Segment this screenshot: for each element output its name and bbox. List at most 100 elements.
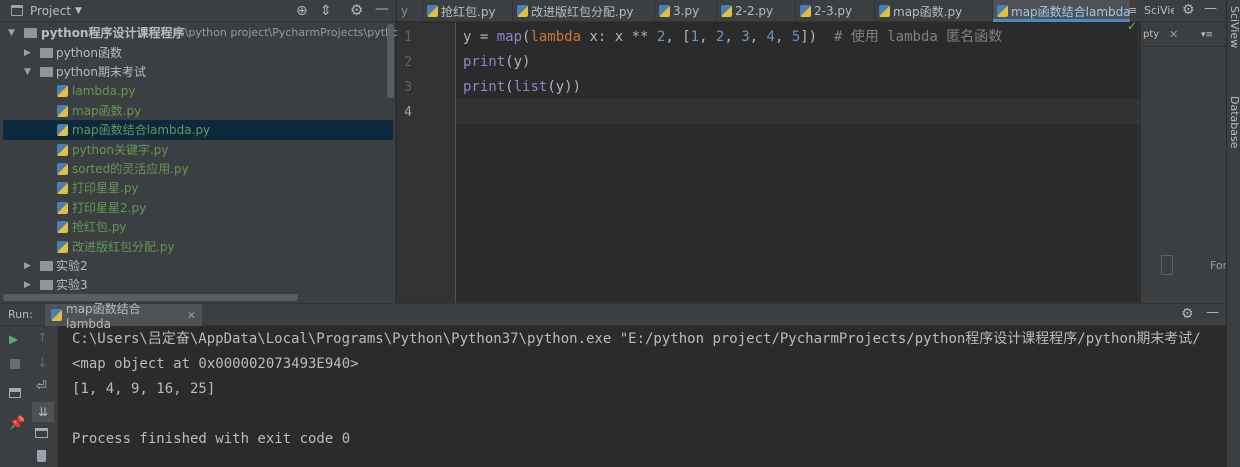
close-icon[interactable]: ✕ [1169,23,1178,47]
editor-tabbar: y 抢红包.py 改进版红包分配.py 3.py 2-2.py 2-3.py m… [397,0,1140,22]
tree-item-label: 实验2 [56,259,88,273]
python-file-icon [57,221,68,233]
tree-item-python-final-exam[interactable]: ▼ python期末考试 [3,62,393,82]
tree-item-label: python关键字.py [72,143,169,157]
tree-item-experiment3[interactable]: ▶ 实验3 [3,275,393,295]
project-toolbar: Project ▼ ⊕ ⇕ ⚙ — [0,0,396,22]
python-file-icon [57,85,68,97]
chevron-right-icon[interactable]: ▶ [24,256,31,276]
tree-item-map-py[interactable]: map函数.py [3,101,393,121]
chevron-down-icon[interactable]: ▼ [8,23,15,43]
database-strip-button[interactable]: Database [1228,96,1240,149]
minimize-icon[interactable]: — [1206,303,1219,323]
locate-target-icon[interactable]: ⊕ [296,1,308,21]
tab-label: map函数结合lambda.py [1011,4,1131,19]
run-toolbar: ▶ ↑ ↓ ⏎ ⇊ 📌 [0,326,58,467]
chevron-right-icon[interactable]: ▶ [24,43,31,63]
tab-redpacket[interactable]: 抢红包.py [423,0,513,22]
folder-icon [40,67,53,77]
sciview-subtab-label[interactable]: pty [1143,23,1159,47]
stop-icon[interactable] [10,359,20,369]
soft-wrap-icon[interactable]: ⏎ [36,379,47,394]
python-file-icon [517,5,528,17]
tab-map-lambda-py[interactable]: map函数结合lambda.py [993,0,1131,22]
inspection-ok-icon: ✓ [1127,19,1138,33]
down-arrow-icon[interactable]: ↓ [37,356,48,371]
tree-item-redpacket-py[interactable]: 抢红包.py [3,217,393,237]
folder-icon [40,280,53,290]
pin-icon[interactable]: 📌 [9,416,25,431]
tab-2-2-py[interactable]: 2-2.py [717,0,796,22]
project-vertical-scrollbar[interactable] [387,24,394,98]
tab-2-3-py[interactable]: 2-3.py [796,0,875,22]
tab-label: 抢红包.py [441,4,496,19]
sciview-strip-button[interactable]: SciView [1228,6,1240,48]
sciview-footer-text: For [1210,259,1226,272]
tree-item-label: lambda.py [72,84,136,98]
tab-overflow[interactable]: y [397,0,423,22]
tab-map-py[interactable]: map函数.py [875,0,993,22]
minimize-icon[interactable]: — [375,0,389,19]
tree-item-stars2-py[interactable]: 打印星星2.py [3,198,393,218]
collapse-all-icon[interactable]: ⇕ [320,1,332,21]
tree-item-python-functions[interactable]: ▶ python函数 [3,43,393,63]
tree-item-sorted-py[interactable]: sorted的灵活应用.py [3,159,393,179]
line-number: 1 [404,30,412,45]
tab-improved-redpacket[interactable]: 改进版红包分配.py [513,0,655,22]
gear-icon[interactable]: ⚙ [350,0,363,20]
sciview-toolbar: SciView ⚙ — [1140,0,1226,22]
right-margin-guide [1138,23,1139,303]
console-line: <map object at 0x000002073493E940> [72,356,359,372]
print-icon[interactable] [35,428,48,438]
python-file-icon [51,309,62,321]
tree-item-map-lambda-py[interactable]: map函数结合lambda.py [3,120,393,140]
right-tool-strip [1226,0,1240,467]
project-title[interactable]: Project [30,0,71,22]
console-line: Process finished with exit code 0 [72,431,351,447]
python-file-icon [997,5,1008,17]
code-line[interactable]: print(y) [463,50,530,75]
trash-icon[interactable] [37,450,46,462]
run-tab[interactable]: map函数结合lambda ✕ [45,302,202,331]
run-label: Run: [8,308,33,321]
tree-item-keywords-py[interactable]: python关键字.py [3,140,393,160]
python-file-icon [800,5,811,17]
tree-item-experiment2[interactable]: ▶ 实验2 [3,256,393,276]
code-line[interactable]: print(list(y)) [463,75,581,100]
current-line-highlight [456,99,1140,124]
rerun-icon[interactable]: ▶ [9,332,18,346]
folder-icon [24,28,37,38]
tab-label: 3.py [673,4,700,18]
tree-item-stars-py[interactable]: 打印星星.py [3,178,393,198]
python-file-icon [57,105,68,117]
console-line: [1, 4, 9, 16, 25] [72,381,216,397]
python-file-icon [57,124,68,136]
tab-label: 2-3.py [814,4,853,18]
tab-label: 2-2.py [735,4,774,18]
gear-icon[interactable]: ⚙ [1182,0,1195,20]
scroll-to-end-icon[interactable]: ⇊ [32,402,54,422]
tab-list-icon[interactable]: ▾≡ [1201,23,1213,47]
minimize-icon[interactable]: — [1204,0,1217,19]
line-number: 2 [404,55,412,70]
gear-icon[interactable]: ⚙ [1181,304,1194,324]
tree-root[interactable]: ▼ python程序设计课程程序 E:\python project\Pycha… [3,23,399,43]
tree-item-lambda-py[interactable]: lambda.py [3,81,393,101]
up-arrow-icon[interactable]: ↑ [37,331,48,346]
project-view-icon [11,5,23,16]
sciview-title[interactable]: SciView [1144,0,1174,22]
line-number: 3 [404,80,412,95]
tree-item-improved-redpacket-py[interactable]: 改进版红包分配.py [3,237,393,257]
chevron-down-icon[interactable]: ▼ [24,62,31,82]
chevron-right-icon[interactable]: ▶ [24,275,31,295]
close-icon[interactable]: ✕ [187,309,196,322]
tree-item-label: 打印星星2.py [72,201,147,215]
code-line[interactable]: y = map(lambda x: x ** 2, [1, 2, 3, 4, 5… [463,25,1002,50]
folder-icon [40,261,53,271]
layout-icon[interactable] [9,388,21,398]
tree-item-label: 打印星星.py [72,181,139,195]
tab-3-py[interactable]: 3.py [655,0,717,22]
sciview-subtabs: pty ✕ ▾≡ [1141,23,1226,47]
tree-item-label: map函数结合lambda.py [72,123,211,137]
chevron-down-icon[interactable]: ▼ [75,0,82,22]
